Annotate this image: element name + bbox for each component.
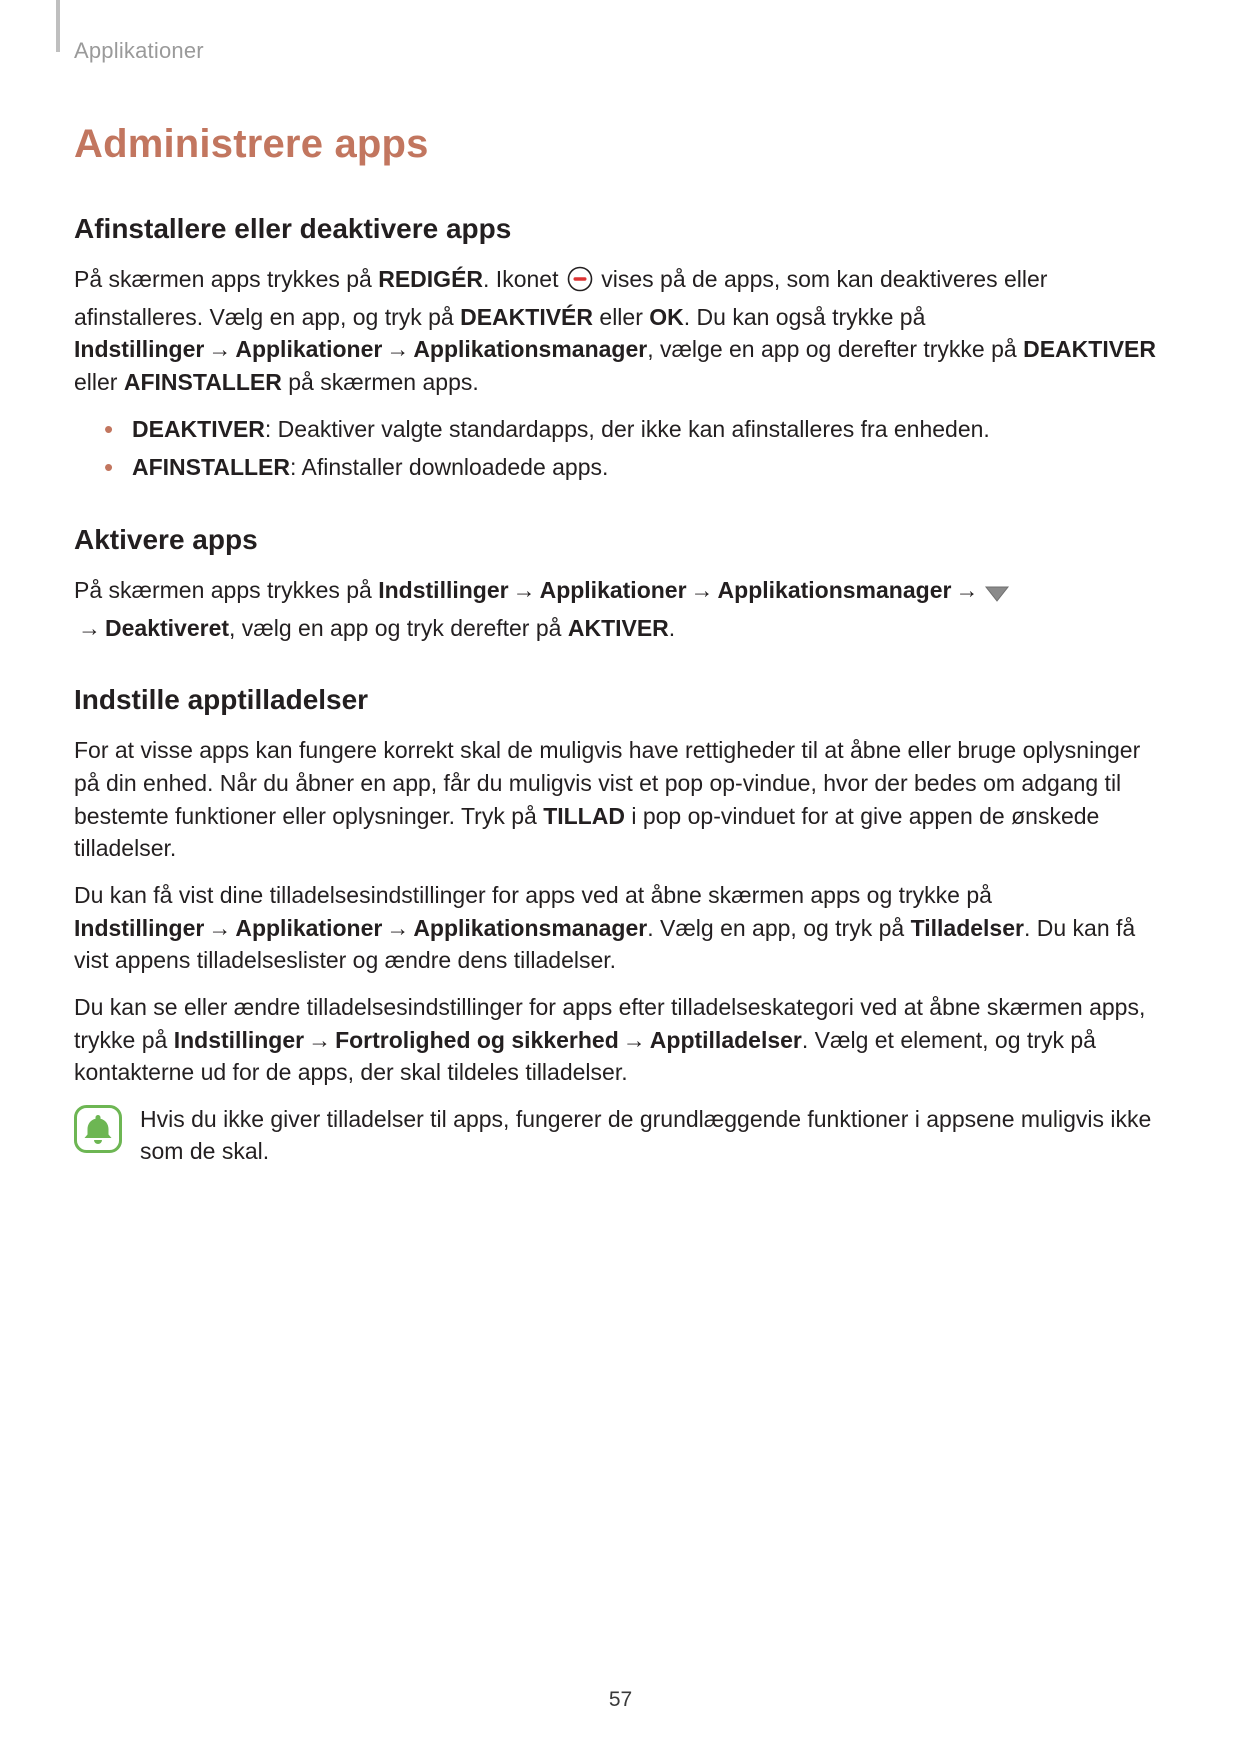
note-block: Hvis du ikke giver tilladelser til apps,… xyxy=(74,1103,1167,1168)
list-item: AFINSTALLER: Afinstaller downloadede app… xyxy=(104,451,1167,484)
dropdown-triangle-icon xyxy=(984,579,1010,612)
bold-text: Fortrolighed og sikkerhed xyxy=(335,1027,619,1053)
bold-text: Indstillinger xyxy=(74,915,204,941)
text: : Deaktiver valgte standardapps, der ikk… xyxy=(265,416,990,442)
arrow-icon: → xyxy=(204,915,235,941)
bold-text: Indstillinger xyxy=(174,1027,304,1053)
bold-text: Tilladelser xyxy=(911,915,1024,941)
text: eller xyxy=(74,369,124,395)
bold-text: AKTIVER xyxy=(568,615,669,641)
paragraph: Du kan få vist dine tilladelsesindstilli… xyxy=(74,879,1167,977)
bold-text: AFINSTALLER xyxy=(124,369,282,395)
paragraph: Du kan se eller ændre tilladelsesindstil… xyxy=(74,991,1167,1089)
arrow-icon: → xyxy=(509,577,540,603)
bold-text: Apptilladelser xyxy=(650,1027,802,1053)
text: Du kan få vist dine tilladelsesindstilli… xyxy=(74,882,992,908)
page-title: Administrere apps xyxy=(74,122,1167,167)
bullet-list: DEAKTIVER: Deaktiver valgte standardapps… xyxy=(74,413,1167,484)
arrow-icon: → xyxy=(382,336,413,362)
paragraph: På skærmen apps trykkes på Indstillinger… xyxy=(74,574,1167,644)
bold-text: Applikationer xyxy=(235,336,382,362)
text: , vælge en app og derefter trykke på xyxy=(647,336,1023,362)
heading-permissions: Indstille apptilladelser xyxy=(74,684,1167,716)
margin-tab-mark xyxy=(56,0,60,52)
bold-text: TILLAD xyxy=(543,803,625,829)
text: . xyxy=(669,615,675,641)
text: , vælg en app og tryk derefter på xyxy=(229,615,568,641)
arrow-icon: → xyxy=(204,336,235,362)
page: Applikationer Administrere apps Afinstal… xyxy=(0,0,1241,1754)
page-number: 57 xyxy=(0,1688,1241,1712)
text: På skærmen apps trykkes på xyxy=(74,577,378,603)
section-permissions: Indstille apptilladelser For at visse ap… xyxy=(74,684,1167,1168)
bold-text: Applikationsmanager xyxy=(718,577,952,603)
text: : Afinstaller downloadede apps. xyxy=(290,454,608,480)
bold-text: Indstillinger xyxy=(74,336,204,362)
note-text: Hvis du ikke giver tilladelser til apps,… xyxy=(140,1103,1167,1168)
paragraph: For at visse apps kan fungere korrekt sk… xyxy=(74,734,1167,865)
paragraph: På skærmen apps trykkes på REDIGÉR. Ikon… xyxy=(74,263,1167,399)
bold-text: DEAKTIVER xyxy=(132,416,265,442)
section-uninstall-disable: Afinstallere eller deaktivere apps På sk… xyxy=(74,213,1167,484)
bold-text: Applikationsmanager xyxy=(413,915,647,941)
text: . Ikonet xyxy=(483,266,565,292)
bold-text: Applikationsmanager xyxy=(413,336,647,362)
heading-activate: Aktivere apps xyxy=(74,524,1167,556)
bold-text: Indstillinger xyxy=(378,577,508,603)
bold-text: DEAKTIVÉR xyxy=(460,304,593,330)
arrow-icon: → xyxy=(619,1027,650,1053)
arrow-icon: → xyxy=(951,577,982,603)
section-activate: Aktivere apps På skærmen apps trykkes på… xyxy=(74,524,1167,644)
bold-text: Deaktiveret xyxy=(105,615,229,641)
running-head: Applikationer xyxy=(74,38,1167,64)
text: på skærmen apps. xyxy=(282,369,479,395)
bold-text: Applikationer xyxy=(540,577,687,603)
arrow-icon: → xyxy=(74,615,105,641)
arrow-icon: → xyxy=(382,915,413,941)
arrow-icon: → xyxy=(687,577,718,603)
text: . Du kan også trykke på xyxy=(684,304,926,330)
bold-text: AFINSTALLER xyxy=(132,454,290,480)
list-item: DEAKTIVER: Deaktiver valgte standardapps… xyxy=(104,413,1167,446)
bold-text: REDIGÉR xyxy=(378,266,483,292)
bold-text: OK xyxy=(649,304,684,330)
text: På skærmen apps trykkes på xyxy=(74,266,378,292)
bold-text: DEAKTIVER xyxy=(1023,336,1156,362)
remove-circle-icon xyxy=(567,266,593,301)
text: eller xyxy=(593,304,649,330)
bold-text: Applikationer xyxy=(235,915,382,941)
notice-bell-icon xyxy=(74,1105,122,1158)
arrow-icon: → xyxy=(304,1027,335,1053)
heading-uninstall-disable: Afinstallere eller deaktivere apps xyxy=(74,213,1167,245)
text: . Vælg en app, og tryk på xyxy=(647,915,910,941)
